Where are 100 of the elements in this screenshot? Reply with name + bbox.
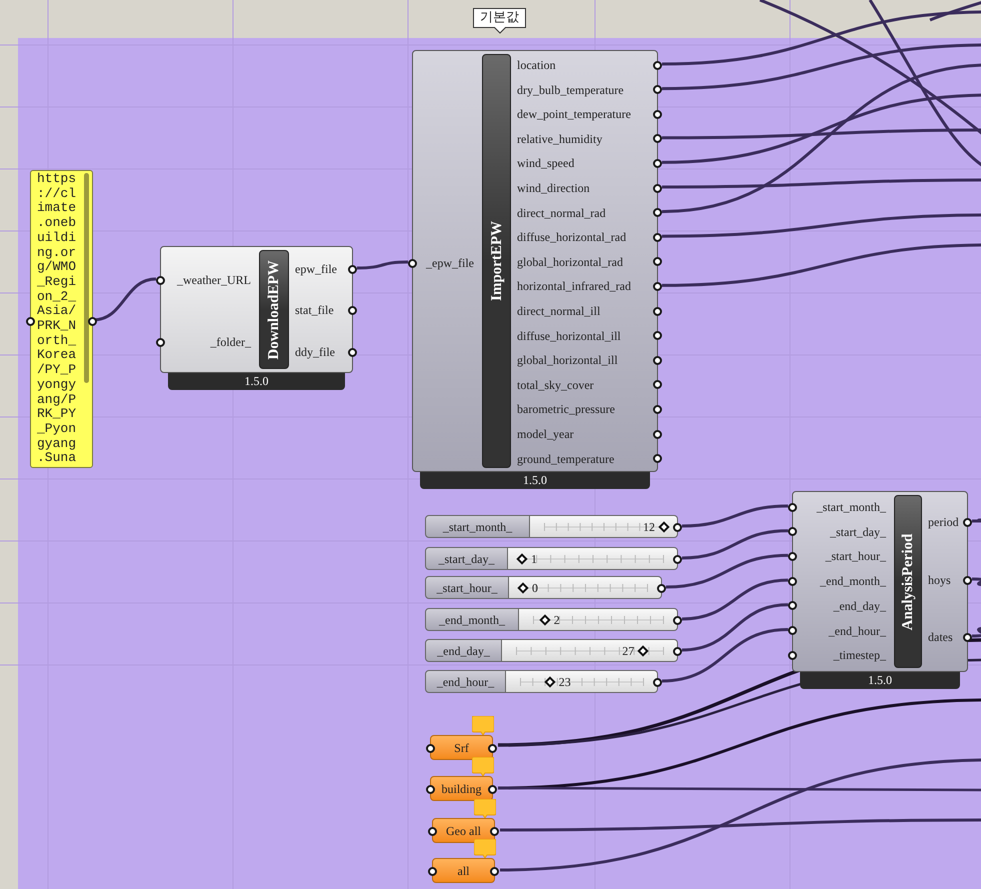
output-port[interactable] — [653, 110, 662, 119]
component-name: AnalysisPeriod — [894, 495, 922, 668]
output-label: dates — [928, 629, 953, 645]
output-label: wind_speed — [517, 155, 574, 172]
input-label: _start_hour_ — [825, 548, 886, 564]
output-port[interactable] — [488, 744, 497, 752]
slider-name: _start_day_ — [425, 547, 508, 570]
slider-name: _start_month_ — [425, 515, 530, 538]
output-port[interactable] — [490, 866, 499, 876]
output-label: diffuse_horizontal_ill — [517, 328, 621, 344]
wire — [356, 260, 408, 270]
input-label: _end_hour_ — [828, 622, 886, 638]
bubble-icon — [472, 716, 494, 735]
output-label: diffuse_horizontal_rad — [517, 229, 626, 246]
output-label: direct_normal_ill — [517, 303, 600, 319]
output-label: horizontal_infrared_rad — [517, 278, 631, 294]
output-port[interactable] — [653, 60, 662, 70]
output-label: total_sky_cover — [517, 376, 594, 393]
output-label: wind_direction — [517, 180, 590, 196]
component-name: ImportEPW — [482, 54, 511, 468]
output-label: hoys — [928, 572, 951, 588]
bubble-icon — [474, 799, 496, 818]
output-port[interactable] — [963, 576, 972, 584]
output-port[interactable] — [653, 430, 662, 438]
output-port[interactable] — [490, 826, 499, 836]
output-label: barometric_pressure — [517, 401, 615, 418]
bubble-icon — [474, 839, 496, 858]
output-label: global_horizontal_ill — [517, 352, 618, 368]
output-port[interactable] — [348, 306, 357, 314]
output-label: model_year — [517, 426, 574, 442]
output-label: period — [928, 514, 959, 530]
output-port[interactable] — [673, 554, 682, 564]
slider-value: 27 — [622, 643, 634, 659]
input-label: _timestep_ — [833, 647, 886, 664]
output-port[interactable] — [673, 522, 682, 532]
panel-text: https://climate.onebuilding.org/WMO_Region_2_Asia/PRK_North_Korea/PY_Pyongyang/PRK_PY_Pyongyang.Suna — [37, 172, 78, 466]
slider-name: _end_month_ — [425, 608, 519, 631]
version-label: 1.5.0 — [420, 472, 650, 489]
output-port[interactable] — [657, 584, 666, 592]
output-port[interactable] — [653, 85, 662, 94]
slider-value: 2 — [554, 612, 560, 628]
output-port[interactable] — [673, 646, 682, 656]
tooltip-pointer-icon — [494, 27, 506, 34]
output-label: stat_file — [295, 302, 334, 318]
output-label: global_horizontal_rad — [517, 254, 623, 270]
output-port[interactable] — [653, 356, 662, 365]
output-label: dry_bulb_temperature — [517, 82, 624, 98]
output-port[interactable] — [653, 404, 662, 414]
slider-thumb[interactable] — [539, 614, 550, 626]
input-label: _start_day_ — [830, 524, 886, 540]
output-port[interactable] — [653, 257, 662, 266]
output-port[interactable] — [963, 518, 972, 526]
output-port[interactable] — [653, 184, 662, 192]
slider-name: _end_hour_ — [425, 670, 506, 693]
output-port[interactable] — [673, 616, 682, 624]
slider-name: _end_day_ — [425, 639, 502, 662]
slider-value: 0 — [532, 580, 538, 596]
output-label: dew_point_temperature — [517, 106, 631, 122]
bubble-icon — [472, 757, 494, 776]
output-port[interactable] — [963, 632, 972, 642]
slider-thumb[interactable] — [544, 676, 556, 688]
slider-value: 1 — [531, 551, 537, 567]
output-port[interactable] — [653, 380, 662, 390]
slider-thumb[interactable] — [516, 553, 528, 565]
slider-thumb[interactable] — [638, 645, 649, 657]
output-port[interactable] — [653, 678, 662, 686]
output-port[interactable] — [653, 158, 662, 168]
output-port[interactable] — [653, 331, 662, 340]
scrollbar[interactable] — [84, 173, 89, 383]
slider-thumb[interactable] — [658, 521, 670, 533]
output-label: ground_temperature — [517, 450, 614, 467]
input-port[interactable] — [788, 502, 797, 512]
input-label: _end_day_ — [833, 598, 886, 614]
output-label: ddy_file — [295, 344, 335, 360]
output-label: epw_file — [295, 261, 337, 277]
output-port[interactable] — [653, 454, 662, 464]
input-label: _start_month_ — [816, 499, 886, 515]
input-label: _folder_ — [210, 334, 251, 350]
version-label: 1.5.0 — [168, 373, 345, 390]
wire — [972, 578, 981, 586]
input-port[interactable] — [788, 626, 797, 635]
input-label: _epw_file — [426, 255, 474, 271]
output-port[interactable] — [653, 232, 662, 242]
output-port[interactable] — [653, 306, 662, 316]
output-port[interactable] — [348, 264, 357, 274]
input-port[interactable] — [788, 601, 797, 610]
output-label: relative_humidity — [517, 130, 602, 147]
output-port[interactable] — [348, 348, 357, 356]
slider-value: 12 — [643, 519, 655, 535]
slider-thumb[interactable] — [517, 582, 529, 594]
slider-name: _start_hour_ — [425, 576, 509, 599]
output-port[interactable] — [653, 282, 662, 291]
output-label: direct_normal_rad — [517, 204, 606, 221]
version-label: 1.5.0 — [800, 672, 960, 689]
component-name: DownloadEPW — [259, 250, 289, 369]
input-port[interactable] — [788, 527, 797, 536]
output-port[interactable] — [653, 208, 662, 218]
input-label: _weather_URL — [177, 272, 251, 288]
output-port[interactable] — [488, 784, 497, 794]
output-port[interactable] — [653, 134, 662, 144]
